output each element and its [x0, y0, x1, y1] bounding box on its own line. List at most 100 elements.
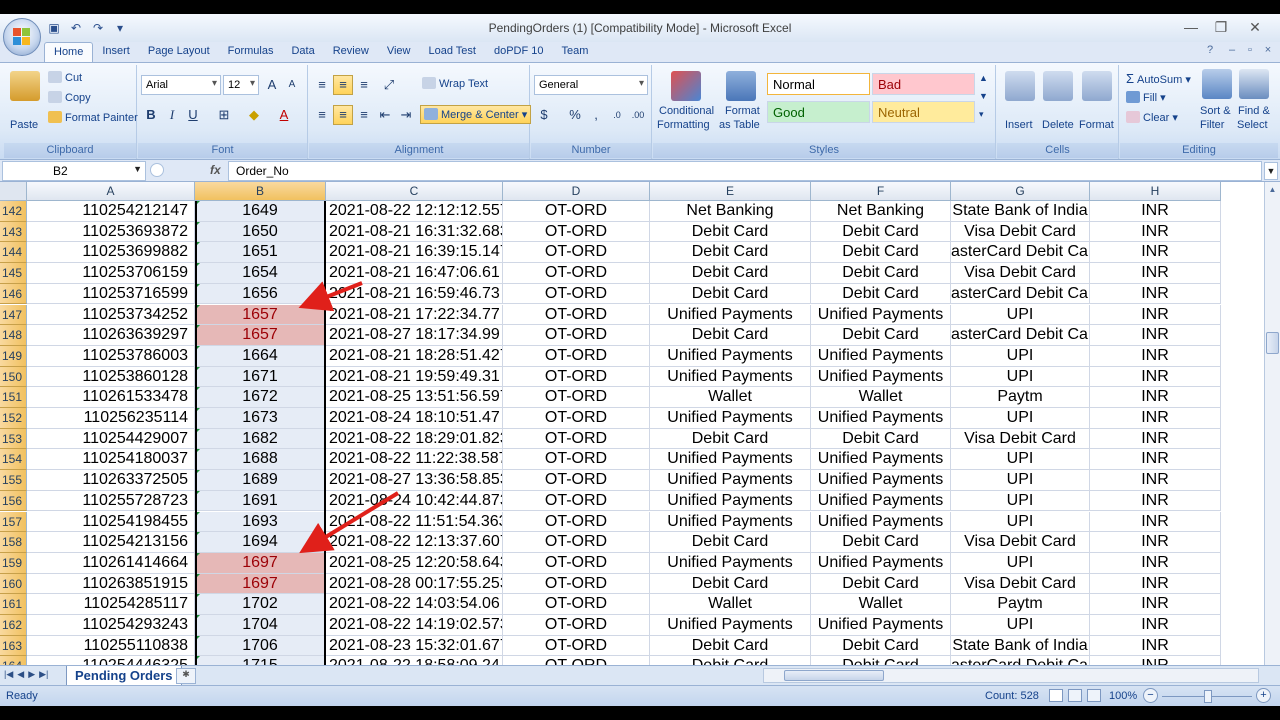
cell-c[interactable]: 2021-08-25 12:20:58.643: [326, 552, 503, 574]
cell-f[interactable]: Unified Payments: [811, 615, 951, 636]
worksheet-grid[interactable]: A B C D E F G H 142 110254212147 1649 2021-08-22 12…: [0, 182, 1264, 679]
zoom-out-icon[interactable]: −: [1143, 688, 1158, 703]
formula-input[interactable]: Order_No: [228, 161, 1262, 181]
cell-d[interactable]: OT-ORD: [503, 573, 650, 595]
decrease-indent-icon[interactable]: ⇤: [375, 105, 395, 125]
cell-a[interactable]: 110261533478: [27, 387, 195, 408]
cell-h[interactable]: INR: [1090, 387, 1221, 408]
cell-d[interactable]: OT-ORD: [503, 615, 650, 636]
cell-f[interactable]: Debit Card: [811, 635, 951, 657]
cell-d[interactable]: OT-ORD: [503, 201, 650, 222]
cell-h[interactable]: INR: [1090, 573, 1221, 595]
cell-g[interactable]: UPI: [951, 449, 1090, 471]
cell-d[interactable]: OT-ORD: [503, 221, 650, 243]
cell-b[interactable]: 1650: [195, 221, 326, 243]
cell-f[interactable]: Debit Card: [811, 428, 951, 450]
cell-c[interactable]: 2021-08-27 13:36:58.853: [326, 470, 503, 491]
cell-a[interactable]: 110254429007: [27, 428, 195, 450]
format-as-table-button-line2[interactable]: as Table: [719, 119, 760, 131]
cell-b[interactable]: 1688: [195, 449, 326, 471]
cell-h[interactable]: INR: [1090, 490, 1221, 512]
cut-button[interactable]: Cut: [48, 71, 82, 84]
tab-insert[interactable]: Insert: [93, 42, 139, 62]
cell-e[interactable]: Debit Card: [650, 325, 811, 346]
copy-button[interactable]: Copy: [48, 91, 91, 104]
horizontal-scroll-thumb[interactable]: [784, 670, 884, 681]
cell-a[interactable]: 110253699882: [27, 242, 195, 264]
increase-decimal-icon[interactable]: .0: [607, 105, 627, 125]
cell-c[interactable]: 2021-08-21 19:59:49.31: [326, 366, 503, 388]
cell-b[interactable]: 1693: [195, 511, 326, 533]
styles-more-icon[interactable]: ▾: [979, 109, 984, 120]
fill-color-icon[interactable]: ◆: [244, 105, 264, 125]
cell-g[interactable]: Paytm: [951, 594, 1090, 615]
horizontal-scrollbar[interactable]: [763, 668, 1259, 683]
cell-g[interactable]: asterCard Debit Car: [951, 242, 1090, 264]
cell-g[interactable]: UPI: [951, 615, 1090, 636]
percent-style-icon[interactable]: %: [565, 105, 585, 125]
insert-button[interactable]: Insert: [1005, 119, 1033, 131]
cell-f[interactable]: Net Banking: [811, 201, 951, 222]
format-painter-button[interactable]: Format Painter: [48, 111, 138, 124]
cell-e[interactable]: Debit Card: [650, 242, 811, 264]
row-header[interactable]: 155: [0, 470, 27, 491]
align-left-icon[interactable]: ≡: [312, 105, 332, 125]
cell-e[interactable]: Unified Payments: [650, 304, 811, 326]
cell-h[interactable]: INR: [1090, 511, 1221, 533]
cell-f[interactable]: Debit Card: [811, 573, 951, 595]
cell-c[interactable]: 2021-08-27 18:17:34.99: [326, 325, 503, 346]
row-header[interactable]: 162: [0, 615, 27, 636]
row-header[interactable]: 149: [0, 345, 27, 367]
cell-h[interactable]: INR: [1090, 635, 1221, 657]
cell-h[interactable]: INR: [1090, 552, 1221, 574]
cell-f[interactable]: Unified Payments: [811, 470, 951, 491]
align-top-icon[interactable]: ≡: [312, 75, 332, 95]
cell-h[interactable]: INR: [1090, 532, 1221, 553]
row-header[interactable]: 150: [0, 366, 27, 388]
row-header[interactable]: 147: [0, 304, 27, 326]
cell-g[interactable]: UPI: [951, 345, 1090, 367]
cell-b[interactable]: 1651: [195, 242, 326, 264]
column-header-f[interactable]: F: [811, 182, 951, 201]
clear-button[interactable]: Clear ▾: [1126, 111, 1178, 124]
cell-f[interactable]: Unified Payments: [811, 490, 951, 512]
orientation-icon[interactable]: ⤢: [379, 75, 399, 95]
zoom-level[interactable]: 100%: [1109, 690, 1137, 702]
scroll-up-icon[interactable]: ▲: [1266, 183, 1279, 197]
font-size-select[interactable]: 12: [223, 75, 259, 95]
cell-f[interactable]: Debit Card: [811, 283, 951, 305]
sheet-tab-pending-orders[interactable]: Pending Orders: [66, 666, 182, 686]
conditional-formatting-icon[interactable]: [671, 71, 701, 101]
cell-d[interactable]: OT-ORD: [503, 449, 650, 471]
cell-f[interactable]: Debit Card: [811, 532, 951, 553]
conditional-formatting-button-line2[interactable]: Formatting: [657, 119, 710, 131]
cell-a[interactable]: 110261414664: [27, 552, 195, 574]
cell-g[interactable]: Visa Debit Card: [951, 532, 1090, 553]
next-sheet-icon[interactable]: ▶: [28, 669, 35, 680]
cell-h[interactable]: INR: [1090, 263, 1221, 284]
cell-b[interactable]: 1671: [195, 366, 326, 388]
cell-b[interactable]: 1697: [195, 552, 326, 574]
cell-e[interactable]: Net Banking: [650, 201, 811, 222]
cell-g[interactable]: Visa Debit Card: [951, 263, 1090, 284]
cell-d[interactable]: OT-ORD: [503, 470, 650, 491]
cell-f[interactable]: Debit Card: [811, 325, 951, 346]
row-header[interactable]: 163: [0, 635, 27, 657]
grow-font-icon[interactable]: A: [262, 75, 282, 95]
select-all-corner[interactable]: [0, 182, 27, 201]
cell-a[interactable]: 110253786003: [27, 345, 195, 367]
cell-f[interactable]: Unified Payments: [811, 366, 951, 388]
cell-h[interactable]: INR: [1090, 201, 1221, 222]
italic-button[interactable]: I: [162, 105, 182, 125]
fill-button[interactable]: Fill ▾: [1126, 91, 1166, 104]
cell-g[interactable]: Visa Debit Card: [951, 221, 1090, 243]
cell-d[interactable]: OT-ORD: [503, 408, 650, 429]
cell-h[interactable]: INR: [1090, 304, 1221, 326]
cell-g[interactable]: UPI: [951, 366, 1090, 388]
office-button[interactable]: [3, 18, 41, 56]
cell-a[interactable]: 110263372505: [27, 470, 195, 491]
cell-c[interactable]: 2021-08-24 18:10:51.47: [326, 408, 503, 429]
cell-h[interactable]: INR: [1090, 408, 1221, 429]
column-header-e[interactable]: E: [650, 182, 811, 201]
shrink-font-icon[interactable]: A: [282, 75, 302, 95]
